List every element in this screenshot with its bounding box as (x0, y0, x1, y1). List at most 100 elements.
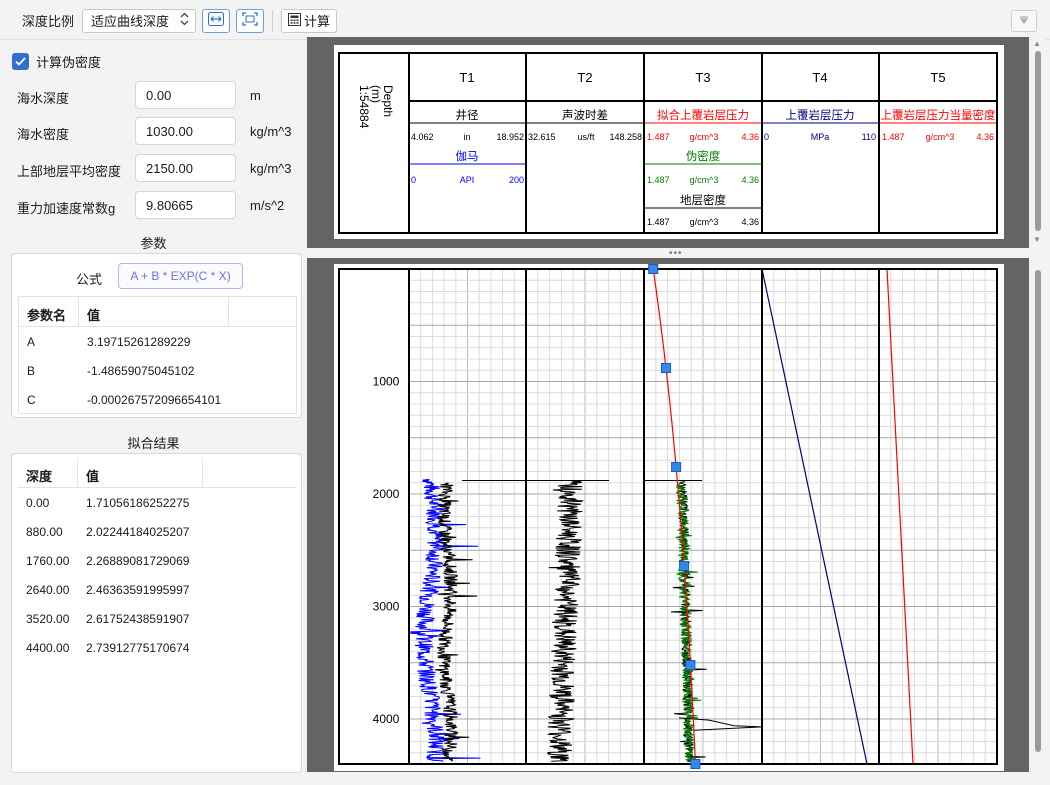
pseudo-density-max: 4.36 (741, 175, 759, 185)
fit-pressure-min: 1.487 (647, 132, 670, 142)
table-row[interactable]: 4400.00 2.73912775170674 (18, 633, 297, 662)
collapse-toolbar-button[interactable] (1011, 10, 1037, 32)
formation-density-min: 1.487 (647, 217, 670, 227)
track-header-paper: Depth (m) 1:54884 T1 T2 T3 T4 T5 井径 4.06… (334, 45, 1004, 239)
track-title-t1: T1 (459, 70, 474, 85)
toolbar: 深度比例 适应曲线深度 计算 (0, 0, 1050, 40)
log-vertical-scrollbar[interactable] (1031, 258, 1045, 772)
fit-value: 2.02244184025207 (86, 525, 190, 539)
caliper-unit: in (463, 132, 470, 142)
caliper-max: 18.952 (496, 132, 524, 142)
fit-section-title: 拟合结果 (127, 436, 180, 451)
gravity-unit: m/s^2 (250, 198, 285, 213)
calc-pseudo-density-checkbox[interactable]: 计算伪密度 (12, 52, 101, 71)
chevron-up-down-icon (180, 12, 189, 29)
control-point[interactable] (679, 561, 690, 571)
formula-button[interactable]: A + B * EXP(C * X) (118, 263, 243, 289)
table-row[interactable]: 1760.00 2.26889081729069 (18, 546, 297, 575)
fit-value: 2.61752438591907 (86, 612, 190, 626)
sea-depth-input[interactable]: 0.00 (135, 81, 236, 109)
table-row[interactable]: 880.00 2.02244184025207 (18, 517, 297, 546)
fit-table-header: 深度 值 (18, 458, 297, 488)
upper-formation-density-input[interactable]: 2150.00 (135, 154, 236, 182)
overburden-density-curve-name: 上覆岩层压力当量密度 (881, 108, 996, 122)
param-value: -1.48659075045102 (87, 364, 195, 378)
table-row[interactable]: B -1.48659075045102 (19, 356, 296, 385)
overburden-density-min: 1.487 (882, 132, 905, 142)
sea-density-label: 海水密度 (17, 127, 70, 142)
fit-depth: 2640.00 (26, 583, 70, 597)
depth-mode-select[interactable]: 适应曲线深度 (82, 8, 197, 33)
table-row[interactable]: 3520.00 2.61752438591907 (18, 604, 297, 633)
track-header-svg: Depth (m) 1:54884 T1 T2 T3 T4 T5 井径 4.06… (338, 52, 998, 234)
control-point[interactable] (671, 462, 682, 472)
overburden-pressure-unit: MPa (811, 132, 830, 142)
track-title-t5: T5 (930, 70, 945, 85)
fit-depth: 1760.00 (26, 554, 70, 568)
scroll-down-icon[interactable]: ▼ (1033, 235, 1041, 244)
gamma-unit: API (460, 175, 475, 185)
table-row[interactable]: A 3.19715261289229 (19, 327, 296, 356)
fit-pressure-curve-name: 拟合上覆岩层压力 (657, 108, 749, 122)
calculator-icon (288, 12, 302, 29)
settings-panel: 计算伪密度 海水深度 0.00 m 海水密度 1030.00 kg/m^3 上部… (0, 40, 307, 785)
params-section-title: 参数 (140, 236, 167, 251)
fit-depth: 3520.00 (26, 612, 70, 626)
table-row[interactable]: C -0.000267572096654101 (19, 385, 296, 414)
gravity-row: 重力加速度常数g 9.80665 m/s^2 (17, 191, 307, 219)
scroll-up-icon[interactable]: ▲ (1033, 39, 1041, 48)
param-name-header: 参数名 (19, 297, 79, 326)
params-table-header: 参数名 值 (19, 297, 296, 327)
fit-all-button[interactable] (236, 8, 265, 33)
fit-depth: 0.00 (26, 496, 50, 510)
depth-tick-label: 1000 (373, 375, 400, 389)
depth-label-layer: 1000 2000 3000 4000 (373, 375, 400, 727)
control-point[interactable] (661, 363, 671, 373)
sonic-min: 32.615 (528, 132, 556, 142)
depth-ratio-label: 深度比例 (22, 14, 75, 29)
overburden-pressure-max: 110 (862, 132, 876, 142)
depth-scale: 1:54884 (357, 85, 371, 129)
sea-density-input[interactable]: 1030.00 (135, 117, 236, 145)
sea-depth-unit: m (250, 88, 261, 103)
overburden-pressure-min: 0 (764, 132, 769, 142)
table-row[interactable]: 2640.00 2.46363591995997 (18, 575, 297, 604)
overburden-pressure-curve-name: 上覆岩层压力 (786, 108, 855, 122)
upper-formation-density-label: 上部地层平均密度 (17, 164, 122, 179)
scrollbar-thumb[interactable] (1035, 51, 1041, 231)
triangle-down-icon (1019, 15, 1029, 27)
sea-density-unit: kg/m^3 (250, 124, 292, 139)
upper-formation-density-row: 上部地层平均密度 2150.00 kg/m^3 (17, 154, 307, 182)
formation-density-max: 4.36 (741, 217, 759, 227)
checkbox-checked-icon (12, 53, 29, 70)
gravity-input[interactable]: 9.80665 (135, 191, 236, 219)
gamma-max: 200 (509, 175, 524, 185)
table-row[interactable]: 0.00 1.71056186252275 (18, 488, 297, 517)
fit-value-header: 值 (78, 458, 203, 487)
fit-width-button[interactable] (202, 8, 231, 33)
toolbar-separator (272, 9, 274, 32)
upper-formation-density-unit: kg/m^3 (250, 161, 292, 176)
sea-depth-label: 海水深度 (17, 91, 70, 106)
scrollbar-thumb[interactable] (1035, 270, 1041, 752)
fit-depth-header: 深度 (18, 458, 78, 487)
sonic-max: 148.258 (609, 132, 642, 142)
calculate-button[interactable]: 计算 (281, 8, 338, 33)
overburden-density-max: 4.36 (976, 132, 994, 142)
gamma-min: 0 (411, 175, 416, 185)
formation-density-unit: g/cm^3 (690, 217, 719, 227)
pseudo-density-unit: g/cm^3 (690, 175, 719, 185)
params-box: 公式 A + B * EXP(C * X) 参数名 值 A 3.19715261… (11, 253, 302, 418)
caliper-min: 4.062 (411, 132, 434, 142)
caliper-curve-name: 井径 (456, 108, 479, 122)
depth-mode-value: 适应曲线深度 (91, 14, 170, 29)
control-point[interactable] (690, 759, 701, 769)
control-point[interactable] (685, 660, 696, 670)
sea-density-row: 海水密度 1030.00 kg/m^3 (17, 117, 307, 145)
track-title-t2: T2 (577, 70, 592, 85)
fit-value: 2.73912775170674 (86, 641, 190, 655)
header-vertical-scrollbar[interactable]: ▲ ▼ (1031, 37, 1045, 248)
control-point[interactable] (648, 264, 659, 274)
sea-depth-row: 海水深度 0.00 m (17, 81, 307, 109)
log-plot-paper: 1000 2000 3000 4000 (334, 264, 1004, 771)
